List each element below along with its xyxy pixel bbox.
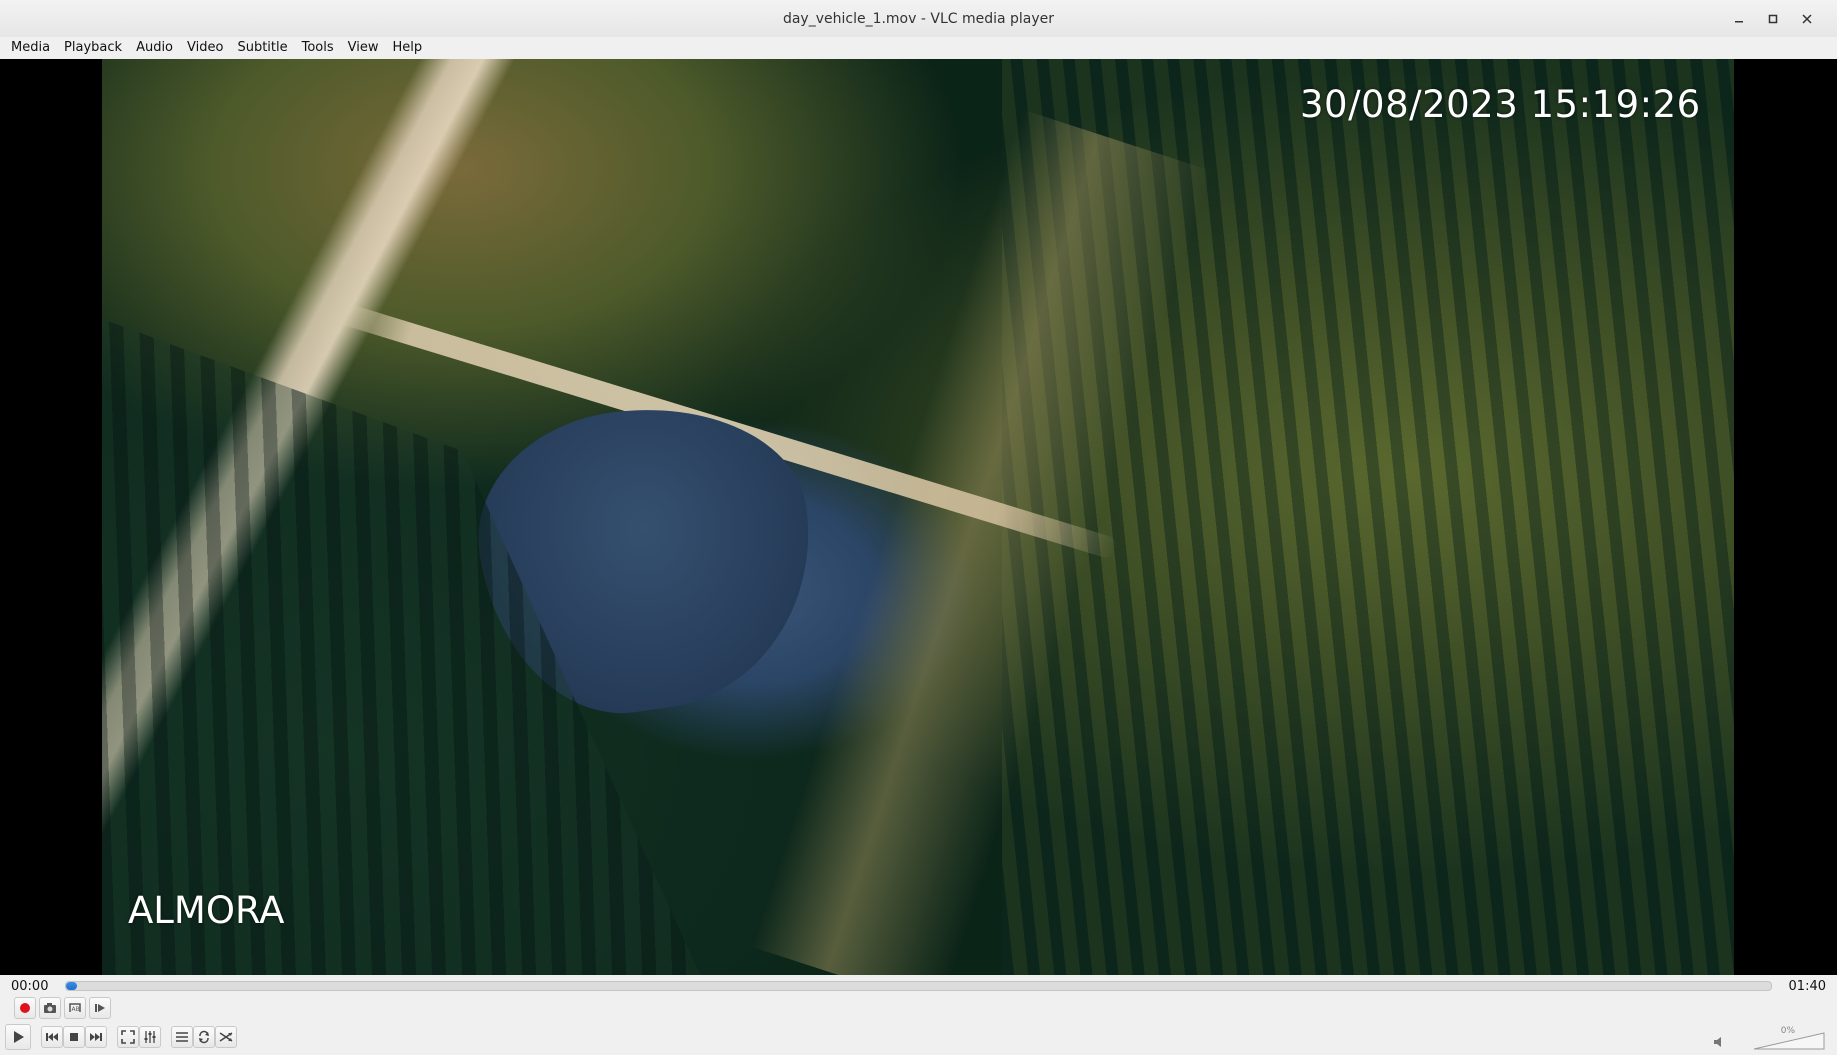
menu-tools-label: Tools: [301, 40, 334, 55]
menu-audio-label: Audio: [136, 40, 174, 55]
loop-icon[interactable]: [193, 1026, 215, 1048]
fullscreen-icon[interactable]: [117, 1026, 139, 1048]
snapshot-icon[interactable]: [39, 997, 61, 1019]
maximize-icon[interactable]: [1765, 11, 1781, 27]
volume-slider[interactable]: [1753, 1032, 1825, 1050]
volume-control[interactable]: 0%: [1713, 1026, 1825, 1052]
stop-icon[interactable]: [63, 1026, 85, 1048]
menu-playback-label: Playback: [64, 40, 123, 55]
record-icon[interactable]: [14, 997, 36, 1019]
ab-loop-icon[interactable]: AB: [64, 997, 86, 1019]
main-controls: [5, 1024, 237, 1050]
menu-subtitle-label: Subtitle: [237, 40, 288, 55]
speaker-icon[interactable]: [1713, 1035, 1727, 1049]
menu-audio[interactable]: Audio: [129, 37, 180, 59]
menu-bar: Media Playback Audio Video Subtitle Tool…: [0, 37, 1837, 60]
play-icon[interactable]: [5, 1024, 31, 1050]
menu-view[interactable]: View: [341, 37, 386, 59]
next-icon[interactable]: [85, 1026, 107, 1048]
window-title: day_vehicle_1.mov - VLC media player: [782, 10, 1055, 27]
title-bar: day_vehicle_1.mov - VLC media player: [0, 0, 1837, 38]
shuffle-icon[interactable]: [215, 1026, 237, 1048]
close-icon[interactable]: [1799, 11, 1815, 27]
menu-media[interactable]: Media: [4, 37, 57, 59]
total-time[interactable]: 01:40: [1778, 979, 1837, 994]
menu-video[interactable]: Video: [180, 37, 230, 59]
menu-video-label: Video: [187, 40, 224, 55]
menu-help[interactable]: Help: [386, 37, 430, 59]
seek-bar-fill: [66, 982, 77, 990]
menu-help-label: Help: [392, 40, 423, 55]
seek-row: 00:00 01:40: [0, 975, 1837, 997]
menu-playback[interactable]: Playback: [57, 37, 129, 59]
elapsed-time[interactable]: 00:00: [0, 979, 59, 994]
video-area[interactable]: 30/08/2023 15:19:26 ALMORA: [0, 59, 1837, 975]
window-controls: [1731, 0, 1815, 37]
menu-subtitle[interactable]: Subtitle: [230, 37, 294, 59]
minimize-icon[interactable]: [1731, 11, 1747, 27]
previous-icon[interactable]: [41, 1026, 63, 1048]
extended-settings-icon[interactable]: [139, 1026, 161, 1048]
menu-tools[interactable]: Tools: [295, 37, 341, 59]
seek-bar[interactable]: [65, 981, 1772, 991]
video-datetime-overlay: 30/08/2023 15:19:26: [1300, 83, 1701, 126]
video-location-overlay: ALMORA: [128, 889, 285, 932]
menu-view-label: View: [347, 40, 379, 55]
frame-step-icon[interactable]: [89, 997, 111, 1019]
svg-text:AB: AB: [72, 1006, 80, 1013]
video-frame: 30/08/2023 15:19:26 ALMORA: [102, 59, 1734, 975]
menu-media-label: Media: [11, 40, 51, 55]
advanced-controls: AB: [14, 997, 111, 1019]
playlist-icon[interactable]: [171, 1026, 193, 1048]
